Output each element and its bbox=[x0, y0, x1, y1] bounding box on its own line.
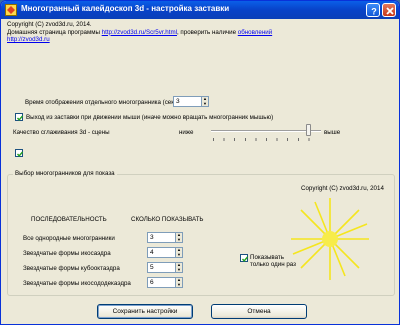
row-value[interactable]: 4 bbox=[150, 249, 154, 256]
row-label-icosahedron: Звездчатые формы икосаэдра bbox=[23, 250, 111, 257]
display-time-label: Время отображения отдельного многогранни… bbox=[25, 99, 180, 106]
home-prefix: Домашняя страница программы bbox=[7, 28, 100, 36]
exit-on-mouse-label: Выход из заставки при движении мыши (ина… bbox=[26, 114, 274, 121]
question-icon: ? bbox=[371, 7, 377, 17]
arrow-down-icon[interactable]: ▼ bbox=[176, 282, 182, 288]
show-once-checkbox[interactable] bbox=[240, 254, 249, 262]
checkmark-icon bbox=[241, 256, 249, 262]
row-spinner-icosidodecahedron[interactable]: 6 ▲ ▼ bbox=[147, 277, 183, 288]
save-settings-button[interactable]: Сохранить настройки bbox=[97, 304, 193, 319]
row-value[interactable]: 6 bbox=[150, 279, 154, 286]
row-spinner-uniform[interactable]: 3 ▲ ▼ bbox=[147, 232, 183, 243]
display-time-value[interactable]: 3 bbox=[176, 98, 180, 105]
spinner-arrows[interactable]: ▲ ▼ bbox=[175, 232, 182, 243]
checkmark-icon bbox=[16, 115, 24, 121]
polyhedra-group-title: Выбор многогранников для показа bbox=[13, 170, 117, 177]
intro-home-line: Домашняя страница программы http://zvod3… bbox=[7, 29, 395, 37]
show-once-label-line1: Показывать bbox=[250, 254, 284, 261]
star-burst-icon bbox=[291, 198, 369, 280]
col-order-header: ПОСЛЕДОВАТЕЛЬНОСТЬ bbox=[31, 216, 107, 223]
title-bar[interactable]: Многогранный калейдоскоп 3d - настройка … bbox=[1, 1, 399, 19]
svg-text:?: ? bbox=[371, 7, 377, 17]
help-button[interactable]: ? bbox=[366, 3, 380, 17]
row-spinner-cuboctahedron[interactable]: 5 ▲ ▼ bbox=[147, 262, 183, 273]
fullscreen-checkbox[interactable] bbox=[15, 149, 24, 157]
col-count-header: СКОЛЬКО ПОКАЗЫВАТЬ bbox=[131, 216, 204, 223]
home-mid: , проверить наличие bbox=[176, 28, 237, 36]
row-value[interactable]: 5 bbox=[150, 264, 154, 271]
row-label-cuboctahedron: Звездчатые формы кубооктаэдра bbox=[23, 265, 120, 272]
intro-text: Copyright (C) zvod3d.ru, 2014. Домашняя … bbox=[7, 21, 395, 44]
home-link[interactable]: http://zvod3d.ru/Scr5vr.html bbox=[102, 29, 177, 36]
slider-ticks bbox=[213, 138, 319, 141]
smoothing-low-label: ниже bbox=[179, 129, 194, 136]
spinner-arrows[interactable]: ▲ ▼ bbox=[175, 262, 182, 273]
arrow-down-icon[interactable]: ▼ bbox=[202, 101, 208, 107]
arrow-down-icon[interactable]: ▼ bbox=[176, 267, 182, 273]
window-title: Многогранный калейдоскоп 3d - настройка … bbox=[21, 4, 230, 13]
close-button[interactable] bbox=[382, 3, 396, 17]
row-spinner-icosahedron[interactable]: 4 ▲ ▼ bbox=[147, 247, 183, 258]
spinner-arrows[interactable]: ▲ ▼ bbox=[175, 277, 182, 288]
spinner-arrows[interactable]: ▲ ▼ bbox=[175, 247, 182, 258]
smoothing-slider-track[interactable] bbox=[211, 130, 321, 132]
intro-more-line: http://zvod3d.ru bbox=[7, 36, 395, 44]
intro-copyright: Copyright (C) zvod3d.ru, 2014. bbox=[7, 21, 92, 28]
group-copyright: Copyright (C) zvod3d.ru, 2014 bbox=[301, 185, 384, 192]
arrow-down-icon[interactable]: ▼ bbox=[176, 237, 182, 243]
cancel-button[interactable]: Отмена bbox=[211, 304, 307, 319]
more-link[interactable]: http://zvod3d.ru bbox=[7, 36, 50, 43]
spinner-arrows[interactable]: ▲ ▼ bbox=[201, 96, 208, 107]
arrow-down-icon[interactable]: ▼ bbox=[176, 252, 182, 258]
smoothing-slider-thumb[interactable] bbox=[306, 124, 311, 136]
smoothing-high-label: выше bbox=[324, 129, 341, 136]
display-time-spinner[interactable]: 3 ▲ ▼ bbox=[173, 96, 209, 107]
row-value[interactable]: 3 bbox=[150, 234, 154, 241]
app-icon bbox=[5, 4, 17, 16]
settings-window: Многогранный калейдоскоп 3d - настройка … bbox=[0, 0, 400, 325]
row-label-icosidodecahedron: Звездчатые формы икосододекаэдра bbox=[23, 280, 131, 287]
updates-link[interactable]: обновлений bbox=[238, 29, 272, 36]
checkmark-icon bbox=[16, 151, 24, 157]
close-x-icon bbox=[386, 7, 394, 15]
smoothing-label: Качество сглаживания 3d - сцены bbox=[13, 129, 110, 136]
row-label-uniform: Все однородные многогранники bbox=[23, 235, 115, 242]
exit-on-mouse-checkbox[interactable] bbox=[15, 113, 24, 121]
